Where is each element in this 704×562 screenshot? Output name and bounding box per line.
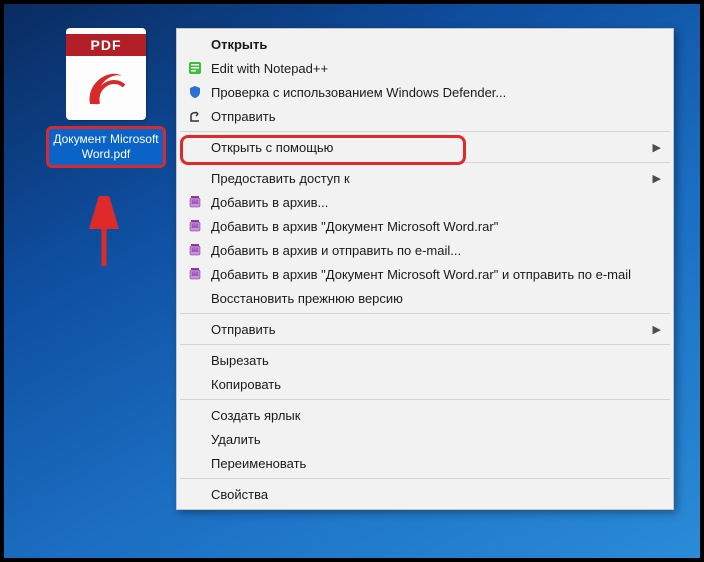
menu-open[interactable]: Открыть [179,32,671,56]
menu-restore[interactable]: Восстановить прежнюю версию [179,286,671,310]
chevron-right-icon: ▶ [649,141,661,154]
rar-icon [185,242,205,258]
menu-edit-notepad[interactable]: Edit with Notepad++ [179,56,671,80]
shield-icon [185,84,205,100]
menu-grant-access[interactable]: Предоставить доступ к ▶ [179,166,671,190]
menu-rename[interactable]: Переименовать [179,451,671,475]
chevron-right-icon: ▶ [649,172,661,185]
menu-cut[interactable]: Вырезать [179,348,671,372]
rar-icon [185,266,205,282]
separator [180,344,670,345]
menu-defender[interactable]: Проверка с использованием Windows Defend… [179,80,671,104]
menu-share[interactable]: Отправить [179,104,671,128]
pdf-badge: PDF [66,34,146,56]
file-label: Документ Microsoft Word.pdf [46,126,165,168]
menu-delete[interactable]: Удалить [179,427,671,451]
menu-rar-add[interactable]: Добавить в архив... [179,190,671,214]
pdf-file-icon: PDF [66,28,146,120]
menu-send-to[interactable]: Отправить ▶ [179,317,671,341]
rar-icon [185,194,205,210]
separator [180,162,670,163]
separator [180,399,670,400]
desktop-file[interactable]: PDF Документ Microsoft Word.pdf [46,28,166,168]
menu-copy[interactable]: Копировать [179,372,671,396]
separator [180,478,670,479]
annotation-arrow-up-icon [86,196,126,276]
menu-shortcut[interactable]: Создать ярлык [179,403,671,427]
rar-icon [185,218,205,234]
context-menu: Открыть Edit with Notepad++ Проверка с и… [176,28,674,510]
menu-rar-add-email[interactable]: Добавить в архив и отправить по e-mail..… [179,238,671,262]
separator [180,131,670,132]
notepad-icon [185,60,205,76]
separator [180,313,670,314]
share-icon [185,108,205,124]
menu-properties[interactable]: Свойства [179,482,671,506]
menu-rar-add-named[interactable]: Добавить в архив "Документ Microsoft Wor… [179,214,671,238]
menu-open-with[interactable]: Открыть с помощью ▶ [179,135,671,159]
chevron-right-icon: ▶ [649,323,661,336]
adobe-swirl-icon [80,62,128,110]
menu-rar-add-named-email[interactable]: Добавить в архив "Документ Microsoft Wor… [179,262,671,286]
